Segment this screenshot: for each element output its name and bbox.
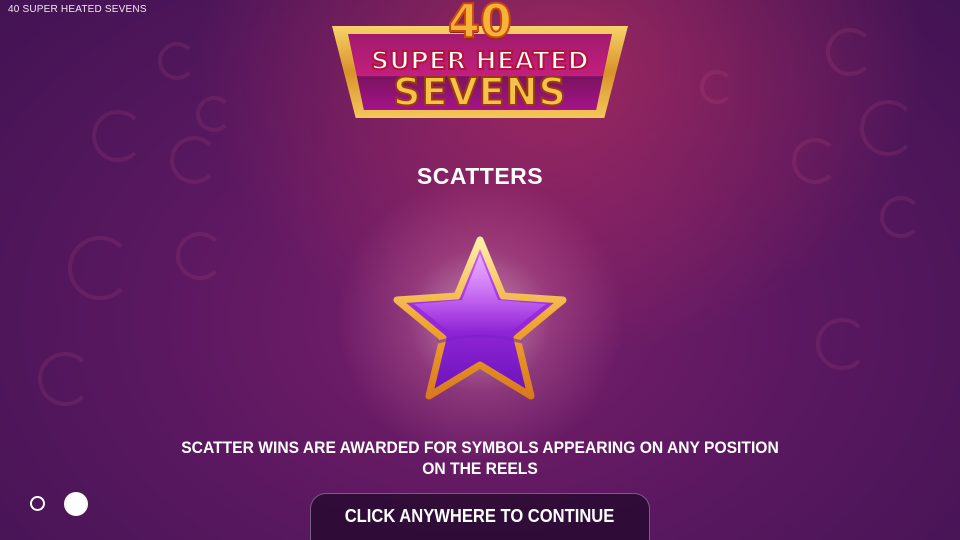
logo-number: 40 — [447, 0, 513, 49]
bubble-decor — [92, 110, 144, 162]
bubble-decor — [196, 96, 232, 132]
bubble-decor — [700, 70, 734, 104]
purple-star-icon — [393, 236, 567, 400]
continue-label: CLICK ANYWHERE TO CONTINUE — [345, 506, 615, 526]
bubble-decor — [38, 352, 92, 406]
app-title: 40 SUPER HEATED SEVENS — [8, 4, 147, 15]
page-dot-1[interactable] — [30, 496, 45, 511]
section-title: SCATTERS — [416, 163, 544, 189]
bubble-decor — [880, 196, 922, 238]
bubble-decor — [68, 236, 132, 300]
bubble-decor — [860, 100, 916, 156]
bubble-decor — [826, 28, 874, 76]
bubble-decor — [176, 232, 224, 280]
bubble-decor — [158, 42, 196, 80]
bubble-decor — [816, 318, 868, 370]
page-dot-2-active[interactable] — [64, 492, 88, 516]
logo-line2: SEVENS — [392, 69, 567, 115]
continue-button[interactable]: CLICK ANYWHERE TO CONTINUE — [310, 493, 650, 540]
scatter-description: SCATTER WINS ARE AWARDED FOR SYMBOLS APP… — [181, 438, 779, 478]
game-logo: 40 SUPER HEATED SEVENS — [326, 0, 634, 126]
